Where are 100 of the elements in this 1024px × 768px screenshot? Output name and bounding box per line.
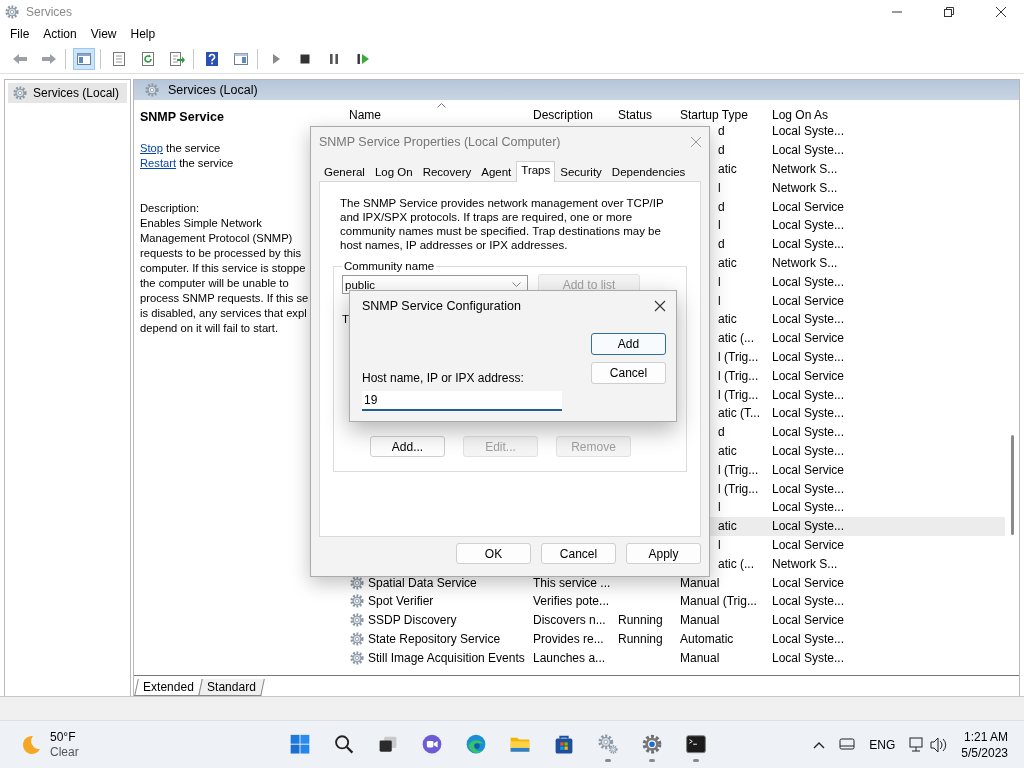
table-cell-text: Discovers n... <box>533 613 607 628</box>
column-header[interactable]: Status <box>618 108 680 122</box>
column-header[interactable]: Startup Type <box>680 108 772 122</box>
tab[interactable]: Security <box>555 163 607 181</box>
tree-pane-icon[interactable] <box>73 48 95 70</box>
view-tab[interactable]: Standard <box>197 679 265 696</box>
close-icon[interactable] <box>654 300 666 312</box>
action-link[interactable]: Restart <box>140 157 177 169</box>
tab[interactable]: Dependencies <box>606 163 691 181</box>
table-cell-text: l (Trig... <box>717 368 760 383</box>
menu-item[interactable]: View <box>84 25 125 43</box>
tab[interactable]: Recovery <box>417 163 477 181</box>
language-indicator[interactable]: ENG <box>869 737 896 752</box>
table-cell-text: Verifies pote... <box>533 594 611 609</box>
tab[interactable]: Log On <box>369 163 418 181</box>
table-cell-text: atic <box>717 443 738 458</box>
column-header[interactable]: Log On As <box>772 108 867 122</box>
view-tab[interactable]: Extended <box>134 679 203 696</box>
table-cell-text: Local Syste... <box>772 425 846 440</box>
gears-icon <box>349 630 365 647</box>
camera-bubble-icon[interactable] <box>420 733 444 756</box>
display-icon[interactable] <box>839 737 856 752</box>
dialog-button[interactable]: OK <box>456 543 531 564</box>
column-header[interactable]: Description <box>533 108 618 122</box>
browser-swirl-icon[interactable] <box>464 733 488 756</box>
sort-caret-icon <box>436 103 446 108</box>
table-cell-text: Local Service <box>772 331 846 346</box>
menu-item[interactable]: Help <box>124 25 164 43</box>
gear-icon[interactable] <box>640 733 664 756</box>
service-name[interactable]: SSDP Discovery <box>368 613 457 628</box>
table-cell-text: Manual <box>680 575 721 590</box>
close-icon[interactable] <box>996 6 1006 17</box>
gears-icon[interactable] <box>596 733 620 756</box>
intro-text: The SNMP Service provides network management over TCP/IP and IPX/SPX protocols. If traps are required, one or more community names must be specified. Trap destinations may be host names, IP addresses or IPX addresses. <box>340 196 665 252</box>
table-cell-text: Local Syste... <box>772 349 846 364</box>
tab[interactable]: Traps <box>516 161 556 182</box>
clock-time[interactable]: 1:21 AM <box>963 728 1008 745</box>
gears-icon <box>12 85 28 101</box>
dialog-button[interactable]: Cancel <box>541 543 616 564</box>
service-name[interactable]: Spatial Data Service <box>368 575 477 590</box>
description-label: Description: <box>140 201 201 216</box>
gears-icon <box>349 649 365 666</box>
table-cell-text: Network S... <box>772 556 839 571</box>
dialog-title: SNMP Service Configuration <box>362 299 521 313</box>
tab[interactable]: General <box>319 163 370 181</box>
dropdown-caret-icon <box>512 282 521 287</box>
table-cell-text: Manual <box>680 613 721 628</box>
service-name[interactable]: Still Image Acquisition Events <box>368 650 525 665</box>
table-cell-text: Local Syste... <box>772 481 846 496</box>
table-cell-text: l (Trig... <box>717 387 760 402</box>
table-cell-text: d <box>717 124 726 139</box>
table-cell-text: Local Syste... <box>772 218 846 233</box>
scrollbar-thumb[interactable] <box>1011 435 1014 535</box>
table-cell-text: Local Service <box>772 537 846 552</box>
table-cell-text: atic (... <box>717 556 755 571</box>
weather-condition[interactable]: Clear <box>50 744 79 760</box>
table-cell-text: Local Syste... <box>772 406 846 421</box>
description-text: process SNMP requests. If this se <box>140 291 310 306</box>
table-cell-text: d <box>717 237 726 252</box>
table-cell-text: atic (... <box>717 331 755 346</box>
table-cell-text: Running <box>618 631 664 646</box>
table-cell-text: Automatic <box>680 631 735 646</box>
dialog-button[interactable]: Cancel <box>591 362 666 384</box>
description-text: depend on it will fail to start. <box>140 321 280 336</box>
table-cell-text: Running <box>618 613 664 628</box>
table-cell-text: d <box>717 425 726 440</box>
gears-icon <box>144 82 160 98</box>
table-cell-text: atic <box>717 312 738 327</box>
weather-temperature[interactable]: 50°F <box>50 729 79 745</box>
table-cell-text: Local Syste... <box>772 143 846 158</box>
description-text: is disabled, any services that expl <box>140 306 308 321</box>
address-field[interactable]: 19 <box>362 391 562 411</box>
menu-item[interactable]: Action <box>37 25 85 43</box>
dialog-title: SNMP Service Properties (Local Computer) <box>319 135 561 149</box>
chevron-up-icon[interactable] <box>813 740 826 749</box>
table-cell-text: Local Syste... <box>772 443 846 458</box>
clock-date[interactable]: 5/5/2023 <box>961 744 1008 761</box>
dialog-button[interactable]: Add <box>591 333 666 355</box>
table-cell-text: l <box>717 180 722 195</box>
restore-icon[interactable] <box>944 6 954 17</box>
table-cell-text: d <box>717 143 726 158</box>
service-name[interactable]: State Repository Service <box>368 631 501 646</box>
terminal-icon[interactable] <box>684 733 708 756</box>
tree-item[interactable]: Services (Local) <box>8 83 127 103</box>
search-icon[interactable] <box>332 733 356 756</box>
table-cell-text: l (Trig... <box>717 481 760 496</box>
table-cell-text: l <box>717 218 722 233</box>
window-title: Services <box>26 4 72 19</box>
service-name[interactable]: Spot Verifier <box>368 594 434 609</box>
table-cell-text: Local Syste... <box>772 237 846 252</box>
table-cell-text: l (Trig... <box>717 462 760 477</box>
table-cell-text: Manual (Trig... <box>680 594 758 609</box>
network-speaker-icon[interactable] <box>909 735 948 754</box>
tab[interactable]: Agent <box>476 163 517 181</box>
action-link[interactable]: Stop <box>140 142 163 154</box>
menu-item[interactable]: File <box>4 25 38 43</box>
dialog-button[interactable]: Add... <box>370 436 445 457</box>
four-squares-icon[interactable] <box>288 733 312 756</box>
dialog-button[interactable]: Apply <box>626 543 701 564</box>
column-header[interactable]: Name <box>349 108 533 122</box>
